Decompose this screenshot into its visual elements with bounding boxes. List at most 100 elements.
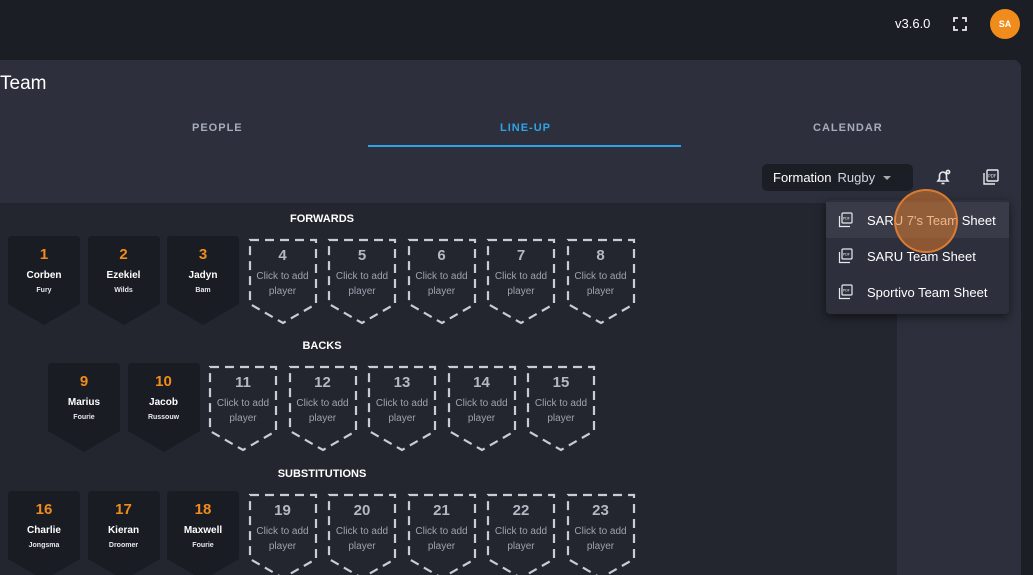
slot-hint: Click to add player: [335, 526, 389, 552]
slot-number: 6: [437, 247, 446, 264]
empty-player-slot[interactable]: 21 Click to add player: [407, 493, 477, 575]
player-jersey[interactable]: 17 Kieran Droomer: [87, 491, 160, 575]
tab-line-up[interactable]: LINE-UP: [500, 122, 551, 134]
slot-number: 5: [357, 247, 367, 264]
jersey-number: 3: [198, 246, 208, 263]
menu-item-saru-team-sheet[interactable]: PDF SARU Team Sheet: [826, 238, 1009, 274]
empty-player-slot[interactable]: 6 Click to add player: [407, 238, 477, 326]
avatar[interactable]: SA: [990, 9, 1020, 39]
svg-text:PDF: PDF: [988, 174, 996, 179]
empty-player-slot[interactable]: 22 Click to add player: [486, 493, 556, 575]
player-last-name: Wilds: [114, 287, 133, 294]
slot-hint: Click to add player: [335, 271, 389, 297]
menu-item-saru-7s-team-sheet[interactable]: PDF SARU 7's Team Sheet: [826, 202, 1009, 238]
empty-player-slot[interactable]: 14 Click to add player: [447, 365, 517, 453]
player-jersey[interactable]: 18 Maxwell Fourie: [167, 491, 239, 575]
empty-player-slot[interactable]: 7 Click to add player: [486, 238, 556, 326]
menu-item-label: Sportivo Team Sheet: [867, 284, 988, 300]
slot-number: 4: [278, 247, 287, 264]
player-first-name: Maxwell: [183, 525, 223, 536]
slot-number: 12: [314, 374, 331, 391]
tab-calendar[interactable]: CALENDAR: [813, 122, 883, 134]
player-jersey[interactable]: 3 Jadyn Bam: [167, 236, 239, 326]
player-last-name: Russouw: [147, 414, 180, 421]
player-first-name: Ezekiel: [106, 270, 141, 281]
formation-select[interactable]: Formation Rugby: [762, 164, 913, 191]
chevron-down-icon: [883, 175, 892, 180]
player-first-name: Marius: [67, 397, 101, 408]
slot-number: 11: [235, 374, 251, 391]
pdf-icon: PDF: [838, 248, 853, 264]
menu-item-sportivo-team-sheet[interactable]: PDF Sportivo Team Sheet: [826, 274, 1009, 310]
top-bar: v3.6.0 SA: [0, 0, 1033, 48]
player-jersey[interactable]: 9 Marius Fourie: [48, 363, 120, 453]
slot-hint: Click to add player: [534, 398, 588, 424]
menu-item-label: SARU 7's Team Sheet: [867, 212, 996, 228]
slot-number: 15: [552, 374, 570, 391]
slot-hint: Click to add player: [494, 271, 548, 297]
menu-item-label: SARU Team Sheet: [867, 248, 976, 264]
jersey-number: 10: [155, 373, 172, 390]
jersey-number: 18: [194, 501, 212, 518]
slot-number: 21: [433, 502, 450, 519]
player-jersey[interactable]: 1 Corben Fury: [8, 236, 80, 326]
section-forwards: FORWARDS: [290, 213, 354, 225]
player-last-name: Droomer: [108, 542, 139, 549]
slot-number: 20: [353, 502, 371, 519]
player-last-name: Fury: [36, 287, 52, 294]
tab-people[interactable]: PEOPLE: [192, 122, 243, 134]
slot-hint: Click to add player: [216, 398, 270, 424]
empty-player-slot[interactable]: 11 Click to add player: [208, 365, 278, 453]
slot-hint: Click to add player: [455, 398, 508, 424]
fullscreen-icon[interactable]: [952, 16, 968, 32]
empty-player-slot[interactable]: 5 Click to add player: [327, 238, 397, 326]
empty-player-slot[interactable]: 19 Click to add player: [248, 493, 318, 575]
svg-text:PDF: PDF: [843, 253, 850, 257]
svg-text:PDF: PDF: [843, 289, 850, 293]
player-jersey[interactable]: 2 Ezekiel Wilds: [87, 236, 160, 326]
pdf-icon: PDF: [838, 212, 853, 228]
empty-player-slot[interactable]: 8 Click to add player: [566, 238, 636, 326]
pdf-icon: PDF: [838, 284, 853, 300]
jersey-number: 2: [119, 246, 128, 263]
slot-number: 13: [393, 374, 411, 391]
player-first-name: Jadyn: [188, 270, 218, 281]
slot-number: 23: [592, 502, 609, 519]
empty-player-slot[interactable]: 4 Click to add player: [248, 238, 318, 326]
empty-player-slot[interactable]: 15 Click to add player: [526, 365, 596, 453]
page-title: Team: [0, 73, 47, 94]
player-last-name: Fourie: [73, 414, 95, 421]
version-label: v3.6.0: [895, 16, 931, 31]
player-jersey[interactable]: 16 Charlie Jongsma: [8, 491, 80, 575]
active-tab-indicator: [368, 145, 681, 147]
player-last-name: Bam: [195, 287, 211, 294]
empty-player-slot[interactable]: 20 Click to add player: [327, 493, 397, 575]
player-first-name: Charlie: [27, 525, 61, 536]
empty-player-slot[interactable]: 12 Click to add player: [288, 365, 358, 453]
player-last-name: Jongsma: [28, 542, 60, 549]
empty-player-slot[interactable]: 13 Click to add player: [367, 365, 437, 453]
pdf-icon[interactable]: PDF: [982, 168, 1000, 186]
pdf-export-menu: PDF SARU 7's Team Sheet PDF SARU Team Sh…: [826, 200, 1009, 314]
jersey-number: 9: [79, 373, 89, 390]
slot-hint: Click to add player: [415, 526, 468, 552]
jersey-number: 1: [39, 246, 49, 263]
jersey-number: 16: [35, 501, 53, 518]
section-backs: BACKS: [302, 340, 342, 352]
svg-text:PDF: PDF: [843, 217, 850, 221]
player-first-name: Kieran: [107, 525, 140, 536]
empty-player-slot[interactable]: 23 Click to add player: [566, 493, 636, 575]
player-first-name: Corben: [26, 270, 62, 281]
bell-settings-icon[interactable]: [934, 168, 952, 186]
player-jersey[interactable]: 10 Jacob Russouw: [127, 363, 200, 453]
section-substitutions: SUBSTITUTIONS: [277, 468, 367, 480]
slot-number: 8: [596, 247, 605, 264]
slot-hint: Click to add player: [375, 398, 429, 424]
jersey-number: 17: [115, 501, 132, 518]
scrollbar[interactable]: [1021, 60, 1033, 575]
slot-hint: Click to add player: [296, 398, 349, 424]
slot-number: 14: [473, 374, 490, 391]
slot-number: 22: [512, 502, 530, 519]
player-first-name: Jacob: [149, 397, 178, 408]
slot-hint: Click to add player: [415, 271, 468, 297]
